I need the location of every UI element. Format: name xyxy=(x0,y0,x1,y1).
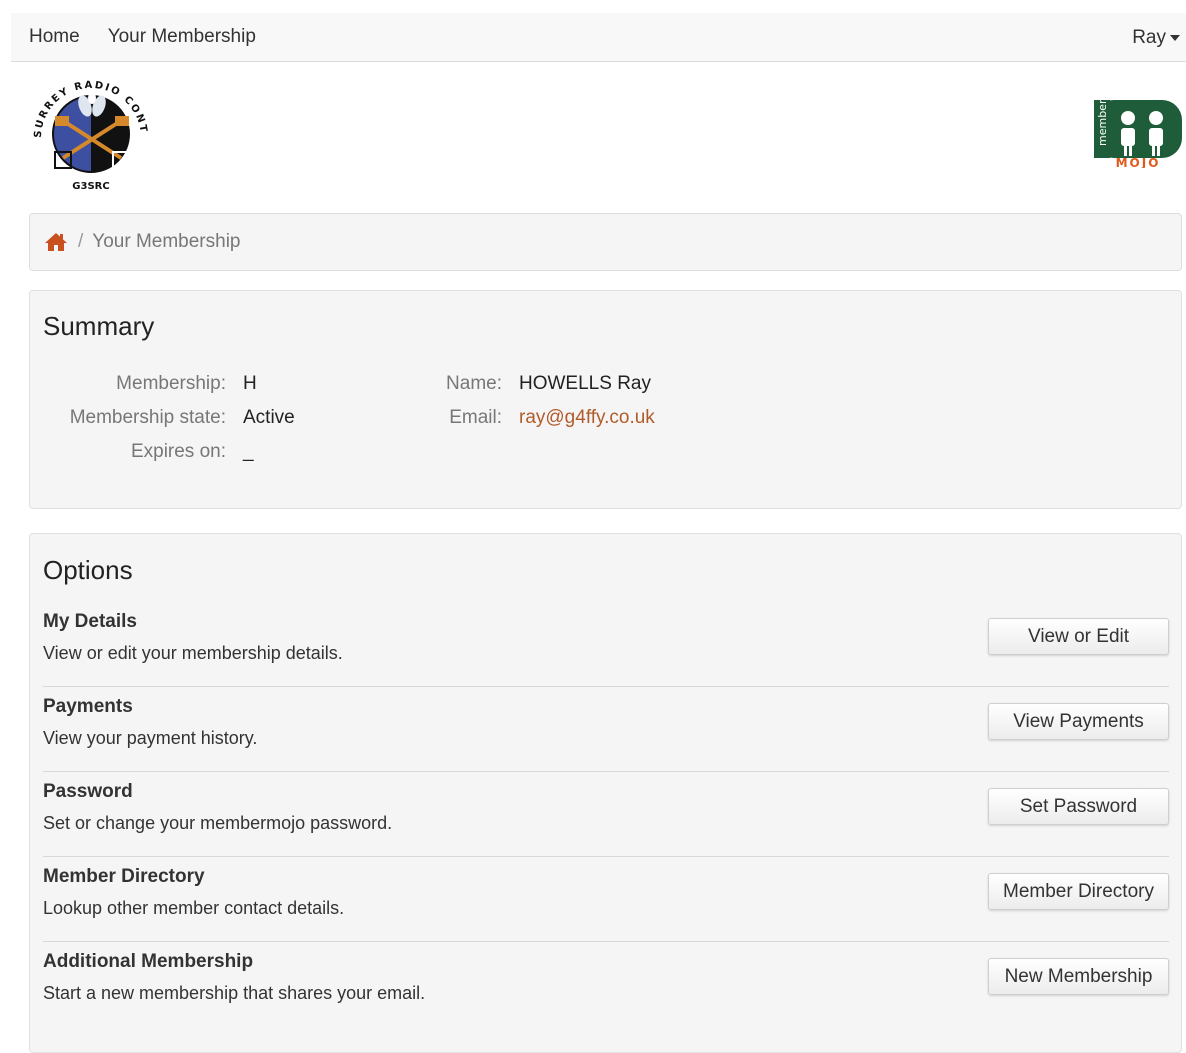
member-directory-button[interactable]: Member Directory xyxy=(988,873,1169,910)
club-callsign-text: G3SRC xyxy=(72,181,109,192)
membership-label: Membership: xyxy=(116,373,226,394)
option-my-details: My Details View or edit your membership … xyxy=(43,602,1169,687)
breadcrumb-separator: / xyxy=(78,231,84,252)
option-description: View or edit your membership details. xyxy=(43,643,343,663)
mm-logo-bottom-text: MOJO xyxy=(1116,156,1161,168)
option-title: Additional Membership xyxy=(43,951,254,972)
membership-value: H xyxy=(243,373,257,394)
top-navbar: Home Your Membership Ray xyxy=(11,13,1186,62)
breadcrumb-current: Your Membership xyxy=(92,231,241,252)
expires-on-value: _ xyxy=(243,441,254,462)
option-description: Lookup other member contact details. xyxy=(43,898,345,918)
option-payments: Payments View your payment history. View… xyxy=(43,687,1169,772)
option-title: My Details xyxy=(43,611,137,632)
summary-title: Summary xyxy=(43,311,155,341)
name-label: Name: xyxy=(446,373,502,394)
option-additional-membership: Additional Membership Start a new member… xyxy=(43,942,1169,1027)
option-description: Start a new membership that shares your … xyxy=(43,983,426,1003)
mm-logo-side-text: member xyxy=(1096,100,1109,146)
option-title: Member Directory xyxy=(43,866,205,887)
option-title: Payments xyxy=(43,696,133,717)
expires-on-label: Expires on: xyxy=(130,441,226,462)
view-or-edit-button[interactable]: View or Edit xyxy=(988,618,1169,655)
home-icon[interactable] xyxy=(44,232,68,252)
options-title: Options xyxy=(43,555,133,585)
options-panel: Options My Details View or edit your mem… xyxy=(29,533,1182,1053)
option-member-directory: Member Directory Lookup other member con… xyxy=(43,857,1169,942)
nav-your-membership-link[interactable]: Your Membership xyxy=(108,26,256,48)
user-menu-dropdown[interactable]: Ray xyxy=(1132,13,1180,62)
name-value: HOWELLS Ray xyxy=(519,373,651,394)
membermojo-logo: member MOJO xyxy=(1094,100,1182,168)
membership-state-label: Membership state: xyxy=(69,407,226,428)
email-link[interactable]: ray@g4ffy.co.uk xyxy=(519,407,655,429)
nav-home-link[interactable]: Home xyxy=(29,26,80,48)
set-password-button[interactable]: Set Password xyxy=(988,788,1169,825)
option-password: Password Set or change your membermojo p… xyxy=(43,772,1169,857)
option-description: View your payment history. xyxy=(43,728,258,748)
email-label: Email: xyxy=(449,407,502,428)
caret-down-icon xyxy=(1170,34,1180,41)
option-description: Set or change your membermojo password. xyxy=(43,813,393,833)
club-logo: SURREY RADIO CONTACT CLUB G3SRC xyxy=(29,72,147,192)
user-name: Ray xyxy=(1132,26,1166,48)
new-membership-button[interactable]: New Membership xyxy=(988,958,1169,995)
membership-state-value: Active xyxy=(243,407,295,428)
view-payments-button[interactable]: View Payments xyxy=(988,703,1169,740)
breadcrumb: / Your Membership xyxy=(29,213,1182,271)
option-title: Password xyxy=(43,781,133,802)
summary-panel: Summary Membership: H Membership state: … xyxy=(29,290,1182,509)
